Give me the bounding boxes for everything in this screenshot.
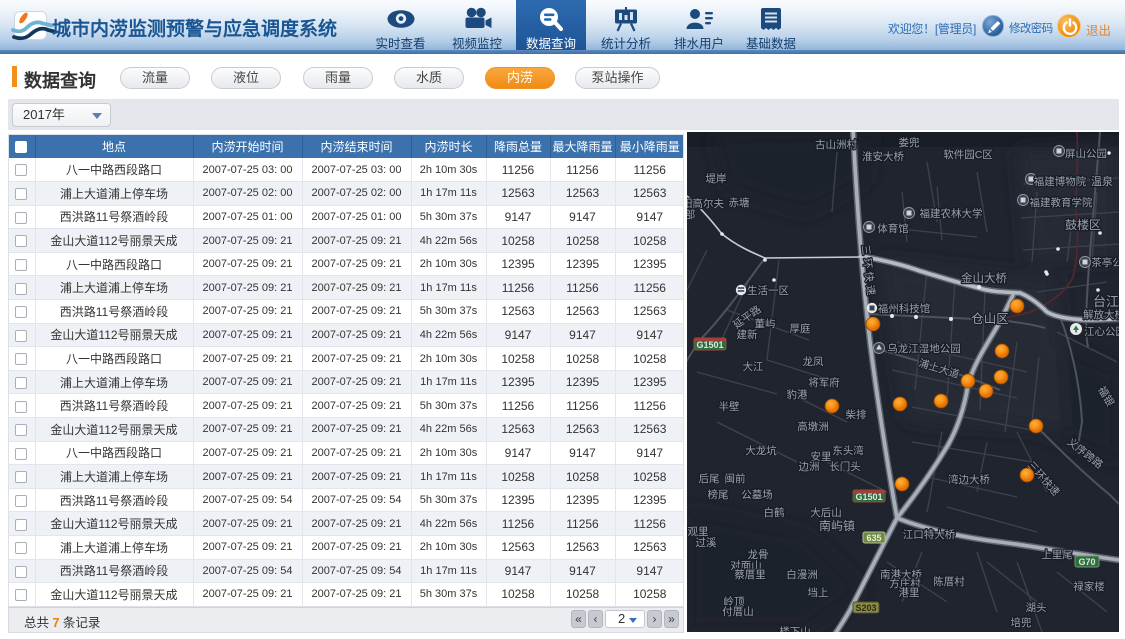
svg-text:付厝山: 付厝山 xyxy=(722,605,754,618)
svg-text:大龙坑: 大龙坑 xyxy=(745,444,777,457)
svg-text:乌龙江湿地公园: 乌龙江湿地公园 xyxy=(887,342,961,355)
svg-text:堤岸: 堤岸 xyxy=(706,173,727,185)
svg-text:福建农林大学: 福建农林大学 xyxy=(920,207,983,220)
svg-text:温泉: 温泉 xyxy=(1091,174,1113,188)
svg-text:635: 635 xyxy=(866,533,881,543)
svg-text:楼下山: 楼下山 xyxy=(779,625,811,632)
svg-text:江心公园: 江心公园 xyxy=(1084,326,1119,338)
svg-text:江口特大桥: 江口特大桥 xyxy=(903,528,956,541)
svg-text:茶亭公: 茶亭公 xyxy=(1091,256,1119,269)
svg-text:培兜: 培兜 xyxy=(1011,616,1033,629)
svg-text:龙凤: 龙凤 xyxy=(803,355,824,368)
svg-text:董屿: 董屿 xyxy=(755,317,776,330)
svg-text:湖头: 湖头 xyxy=(1026,602,1047,614)
svg-text:长门头: 长门头 xyxy=(829,460,861,473)
svg-text:半壁: 半壁 xyxy=(719,400,740,413)
svg-text:禄家楼: 禄家楼 xyxy=(1073,580,1105,593)
svg-text:娄兜: 娄兜 xyxy=(899,136,920,149)
svg-text:将军府: 将军府 xyxy=(808,376,840,389)
svg-text:金山大桥: 金山大桥 xyxy=(961,271,1007,285)
svg-text:G1501: G1501 xyxy=(696,340,723,350)
svg-text:鼓楼区: 鼓楼区 xyxy=(1065,217,1101,232)
svg-text:解放大桥: 解放大桥 xyxy=(1083,308,1119,321)
svg-text:体育馆: 体育馆 xyxy=(877,222,909,235)
svg-text:白鹤: 白鹤 xyxy=(764,506,785,519)
svg-text:屏山公园: 屏山公园 xyxy=(1065,148,1107,160)
svg-text:部: 部 xyxy=(687,208,695,221)
svg-text:东头湾: 东头湾 xyxy=(832,444,864,457)
svg-text:陈厝村: 陈厝村 xyxy=(933,575,965,588)
svg-text:柴排: 柴排 xyxy=(846,408,867,421)
svg-text:S203: S203 xyxy=(855,603,876,613)
svg-text:港里: 港里 xyxy=(899,587,920,599)
svg-text:G1501: G1501 xyxy=(855,492,882,502)
svg-text:福建教育学院: 福建教育学院 xyxy=(1030,196,1093,209)
svg-text:软件园C区: 软件园C区 xyxy=(943,148,993,161)
svg-text:公墓场: 公墓场 xyxy=(741,488,773,501)
svg-text:豹港: 豹港 xyxy=(787,388,808,401)
svg-text:福建博物院: 福建博物院 xyxy=(1034,175,1087,188)
svg-text:仓山区: 仓山区 xyxy=(971,312,1009,326)
svg-text:湾边大桥: 湾边大桥 xyxy=(948,473,990,486)
svg-text:淮安大桥: 淮安大桥 xyxy=(862,150,904,163)
svg-text:蔡厝里: 蔡厝里 xyxy=(734,568,766,581)
svg-text:大后山: 大后山 xyxy=(810,506,842,519)
svg-text:边洲: 边洲 xyxy=(799,461,820,473)
svg-text:大江: 大江 xyxy=(743,360,764,373)
svg-text:高墩洲: 高墩洲 xyxy=(797,420,829,433)
svg-text:白漫洲: 白漫洲 xyxy=(786,568,818,581)
svg-text:生活一区: 生活一区 xyxy=(747,284,789,297)
svg-text:闽前: 闽前 xyxy=(725,472,746,485)
svg-text:过溪: 过溪 xyxy=(696,536,717,549)
svg-text:福州科技馆: 福州科技馆 xyxy=(878,302,931,315)
svg-text:G70: G70 xyxy=(1078,557,1095,567)
svg-text:垱上: 垱上 xyxy=(808,586,829,599)
svg-text:古山洲村: 古山洲村 xyxy=(815,138,857,151)
svg-text:南屿镇: 南屿镇 xyxy=(819,518,855,533)
svg-text:厚庭: 厚庭 xyxy=(790,322,811,335)
svg-text:后尾: 后尾 xyxy=(699,473,720,485)
svg-text:台江: 台江 xyxy=(1093,294,1119,309)
svg-text:榜尾: 榜尾 xyxy=(708,488,729,501)
svg-text:上里尾: 上里尾 xyxy=(1041,549,1073,561)
svg-text:赤塘: 赤塘 xyxy=(729,196,750,209)
